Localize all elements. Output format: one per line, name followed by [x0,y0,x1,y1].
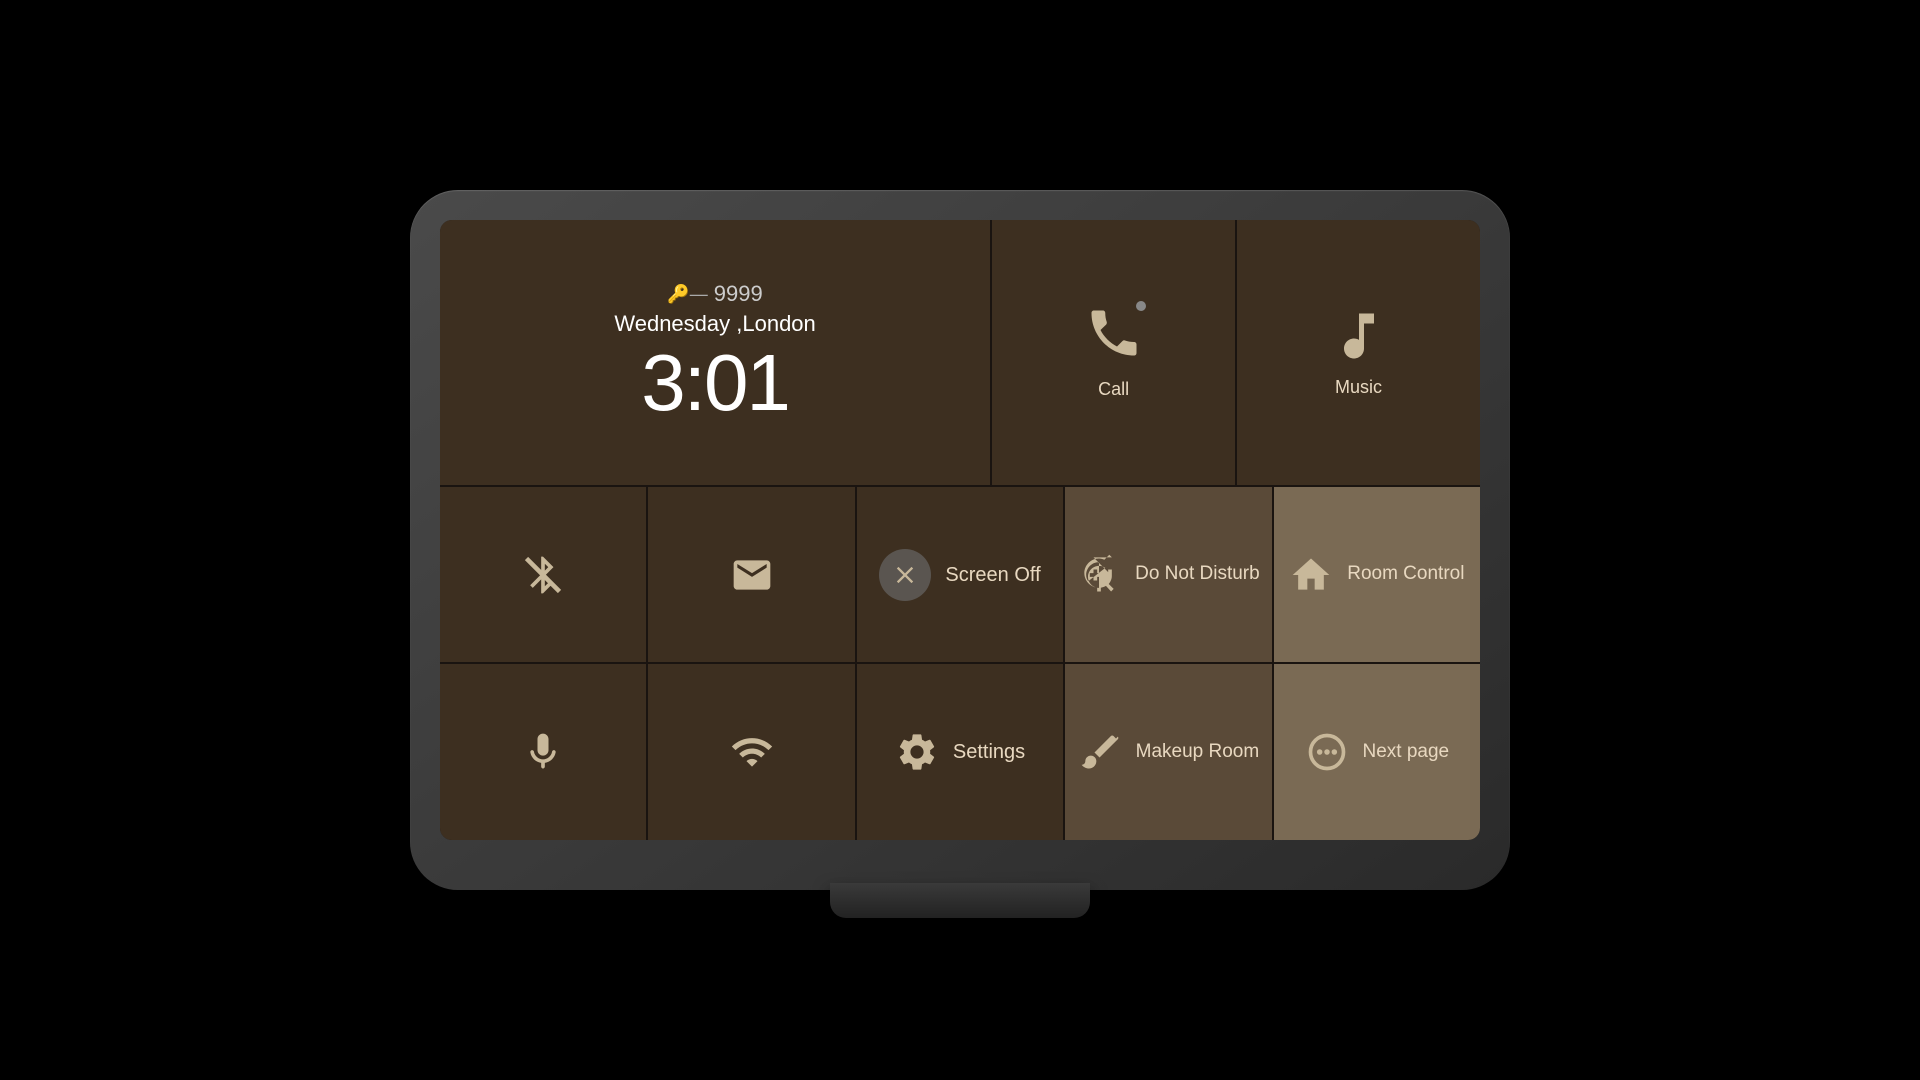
makeup-room-label: Makeup Room [1136,740,1260,765]
key-icon: 🔑— [667,284,707,305]
message-icon [730,553,774,597]
do-not-disturb-label: Do Not Disturb [1135,562,1260,587]
bluetooth-icon [521,553,565,597]
makeup-icon [1078,730,1122,774]
room-control-tile[interactable]: Room Control [1274,487,1480,663]
next-page-icon [1305,730,1349,774]
next-page-label: Next page [1363,740,1450,765]
music-tile[interactable]: Music [1237,220,1480,485]
device-stand [830,883,1090,918]
call-tile[interactable]: Call [992,220,1235,485]
music-icon [1329,306,1389,366]
message-tile[interactable] [648,487,854,663]
device-body: 🔑— 9999 Wednesday ,London 3:01 [410,190,1510,890]
room-number-row: 🔑— 9999 [667,281,762,307]
phone-svg [1084,303,1144,363]
bottom-section: Screen Off Do Not Disturb [440,487,1480,840]
mic-icon [521,730,565,774]
top-row: 🔑— 9999 Wednesday ,London 3:01 [440,220,1480,485]
screen-off-label: Screen Off [945,562,1040,588]
next-page-tile[interactable]: Next page [1274,664,1480,840]
music-svg [1329,306,1389,366]
row3: Settings Makeup Room [440,664,1480,840]
room-control-icon [1289,553,1333,597]
brush-svg [1078,730,1122,774]
bluetooth-tile[interactable] [440,487,646,663]
wifi-tile[interactable] [648,664,854,840]
screen-off-svg [891,561,919,589]
dnd-svg [1077,553,1121,597]
room-number: 9999 [714,281,763,307]
clock-time: 3:01 [641,343,789,423]
device: 🔑— 9999 Wednesday ,London 3:01 [410,190,1510,890]
do-not-disturb-icon [1077,553,1121,597]
do-not-disturb-tile[interactable]: Do Not Disturb [1065,487,1271,663]
settings-tile[interactable]: Settings [857,664,1063,840]
clock-tile[interactable]: 🔑— 9999 Wednesday ,London 3:01 [440,220,990,485]
call-icon [1084,303,1144,368]
music-label: Music [1335,376,1382,399]
bluetooth-svg [521,553,565,597]
mic-svg [521,730,565,774]
wifi-icon [730,730,774,774]
call-label: Call [1098,378,1129,401]
row2: Screen Off Do Not Disturb [440,487,1480,663]
clock-date: Wednesday ,London [614,311,815,337]
dots-svg [1305,730,1349,774]
gear-svg [895,730,939,774]
makeup-room-tile[interactable]: Makeup Room [1065,664,1271,840]
wifi-svg [730,730,774,774]
room-control-label: Room Control [1347,562,1464,587]
screen-off-icon-wrap [879,549,931,601]
screen-off-tile[interactable]: Screen Off [857,487,1063,663]
home-svg [1289,553,1333,597]
screen: 🔑— 9999 Wednesday ,London 3:01 [440,220,1480,840]
message-svg [730,553,774,597]
microphone-tile[interactable] [440,664,646,840]
settings-label: Settings [953,739,1025,765]
settings-icon [895,730,939,774]
